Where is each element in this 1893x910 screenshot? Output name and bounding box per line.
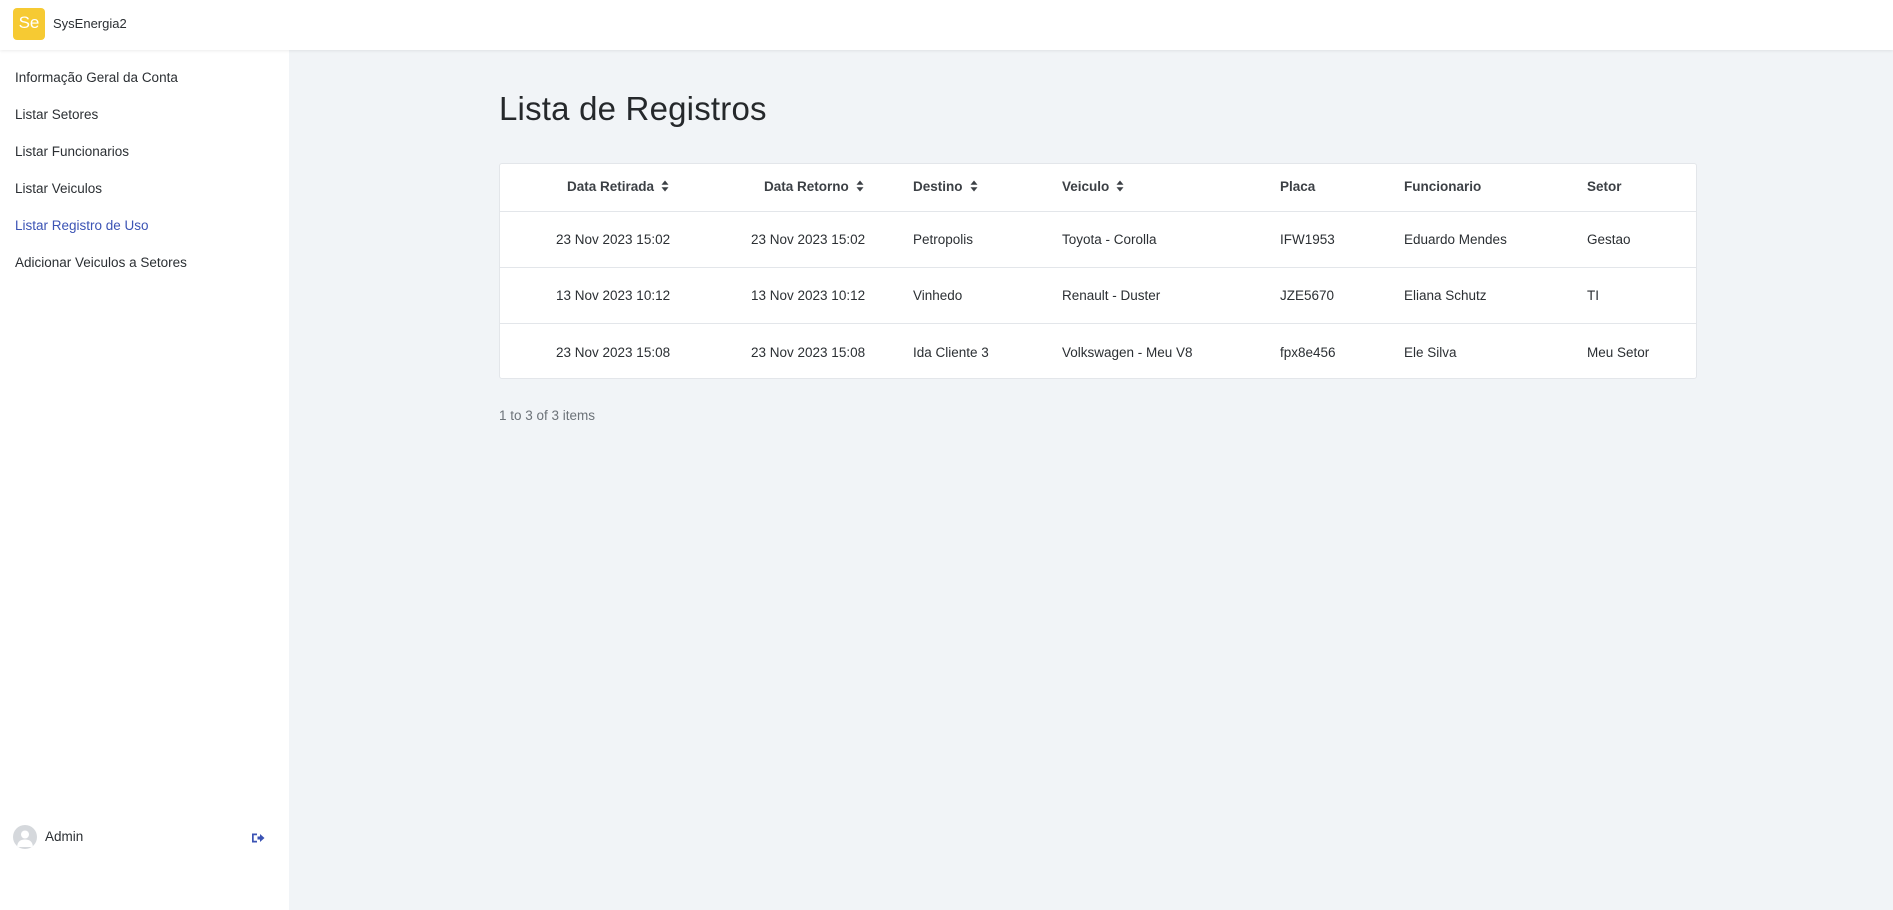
column-header-data-retirada[interactable]: Data Retirada <box>567 179 669 194</box>
sidebar-item-listar-setores[interactable]: Listar Setores <box>15 107 98 122</box>
column-header-label: Destino <box>913 179 963 194</box>
cell-funcionario: Ele Silva <box>1404 345 1457 360</box>
cell-placa: fpx8e456 <box>1280 345 1336 360</box>
user-avatar-icon[interactable] <box>13 825 37 849</box>
column-header-placa: Placa <box>1280 179 1316 194</box>
cell-setor: TI <box>1587 288 1599 303</box>
sidebar-item-listar-registro-de-uso[interactable]: Listar Registro de Uso <box>15 218 149 233</box>
cell-destino: Petropolis <box>913 232 974 247</box>
pagination-summary: 1 to 3 of 3 items <box>499 408 596 423</box>
cell-placa: JZE5670 <box>1280 288 1335 303</box>
sort-icon <box>970 180 978 192</box>
cell-data-retirada: 23 Nov 2023 15:02 <box>556 232 671 247</box>
sidebar-item-listar-veiculos[interactable]: Listar Veiculos <box>15 181 102 196</box>
sort-icon <box>661 180 669 192</box>
cell-veiculo: Renault - Duster <box>1062 288 1161 303</box>
row-divider <box>500 267 1696 268</box>
column-header-setor: Setor <box>1587 179 1622 194</box>
column-header-data-retorno[interactable]: Data Retorno <box>764 179 864 194</box>
cell-destino: Vinhedo <box>913 288 963 303</box>
sidebar-item-listar-funcionarios[interactable]: Listar Funcionarios <box>15 144 129 159</box>
app-name[interactable]: SysEnergia2 <box>53 16 127 31</box>
column-header-label: Veiculo <box>1062 179 1110 194</box>
cell-placa: IFW1953 <box>1280 232 1335 247</box>
column-header-destino[interactable]: Destino <box>913 179 978 194</box>
user-name[interactable]: Admin <box>45 829 83 844</box>
cell-data-retorno: 13 Nov 2023 10:12 <box>751 288 866 303</box>
logout-icon[interactable] <box>251 831 265 843</box>
cell-data-retorno: 23 Nov 2023 15:08 <box>751 345 866 360</box>
page-title: Lista de Registros <box>499 90 767 127</box>
cell-data-retorno: 23 Nov 2023 15:02 <box>751 232 866 247</box>
sort-icon <box>856 180 864 192</box>
sidebar-item-adicionar-veiculos[interactable]: Adicionar Veiculos a Setores <box>15 255 187 270</box>
column-header-veiculo[interactable]: Veiculo <box>1062 179 1124 194</box>
records-table: Data Retirada Data Retorno Destino Veicu… <box>499 163 1697 379</box>
cell-data-retirada: 13 Nov 2023 10:12 <box>556 288 671 303</box>
row-divider <box>500 211 1696 212</box>
sidebar-item-informacao-geral[interactable]: Informação Geral da Conta <box>15 70 178 85</box>
cell-data-retirada: 23 Nov 2023 15:08 <box>556 345 671 360</box>
column-header-label: Data Retorno <box>764 179 849 194</box>
cell-setor: Gestao <box>1587 232 1631 247</box>
top-bar: Se SysEnergia2 <box>0 0 1893 50</box>
app-logo[interactable]: Se <box>13 8 45 40</box>
sidebar: Informação Geral da Conta Listar Setores… <box>0 50 289 910</box>
cell-setor: Meu Setor <box>1587 345 1650 360</box>
row-divider <box>500 323 1696 324</box>
cell-funcionario: Eliana Schutz <box>1404 288 1487 303</box>
cell-veiculo: Volkswagen - Meu V8 <box>1062 345 1193 360</box>
column-header-funcionario: Funcionario <box>1404 179 1482 194</box>
sort-icon <box>1116 180 1124 192</box>
cell-veiculo: Toyota - Corolla <box>1062 232 1157 247</box>
main-content: Lista de Registros Data Retirada Data Re… <box>289 50 1893 910</box>
cell-funcionario: Eduardo Mendes <box>1404 232 1507 247</box>
cell-destino: Ida Cliente 3 <box>913 345 989 360</box>
column-header-label: Data Retirada <box>567 179 655 194</box>
